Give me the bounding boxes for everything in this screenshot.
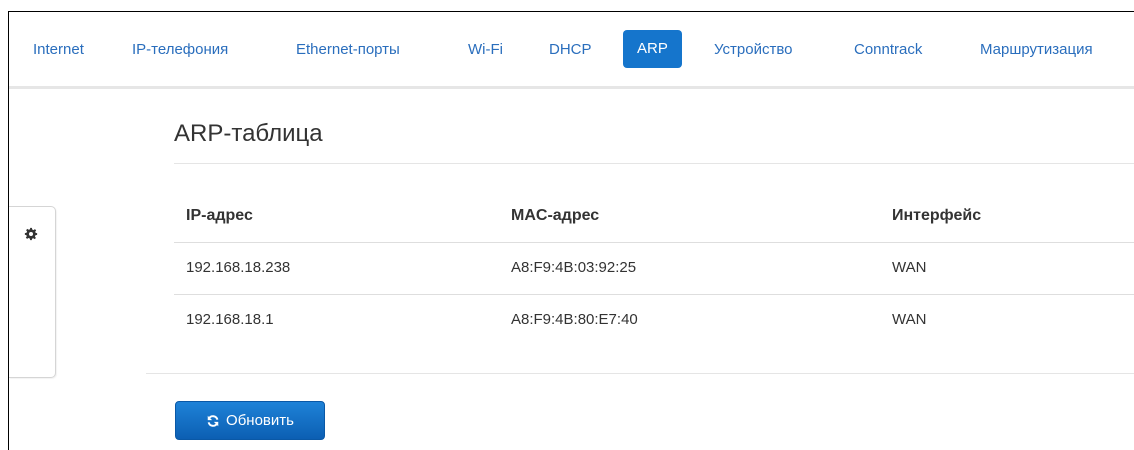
table-cell-mac: A8:F9:4B:80:E7:40	[511, 311, 638, 328]
gear-icon[interactable]	[24, 227, 38, 241]
table-cell-ip: 192.168.18.1	[186, 311, 274, 328]
column-header-ip: IP-адрес	[186, 207, 253, 224]
table-cell-interface: WAN	[892, 259, 927, 276]
table-cell-mac: A8:F9:4B:03:92:25	[511, 259, 637, 276]
tab-arp[interactable]: ARP	[623, 30, 682, 68]
tab-ip-telephony[interactable]: IP-телефония	[132, 31, 228, 68]
nav-divider	[9, 86, 1134, 89]
page-title: ARP-таблица	[174, 120, 323, 147]
row-divider	[174, 294, 1134, 295]
refresh-icon	[207, 414, 219, 427]
tab-wifi[interactable]: Wi-Fi	[468, 31, 503, 68]
footer-divider	[146, 373, 1134, 374]
tab-dhcp[interactable]: DHCP	[549, 31, 592, 68]
column-header-mac: MAC-адрес	[511, 207, 600, 224]
settings-side-tab[interactable]	[9, 206, 56, 378]
tab-conntrack[interactable]: Conntrack	[854, 31, 922, 68]
tab-device[interactable]: Устройство	[714, 31, 792, 68]
column-header-interface: Интерфейс	[892, 207, 982, 224]
title-divider	[174, 163, 1134, 164]
refresh-button-label: Обновить	[226, 412, 294, 429]
refresh-button[interactable]: Обновить	[175, 401, 325, 440]
tab-internet[interactable]: Internet	[33, 31, 84, 68]
top-nav: Internet IP-телефония Ethernet-порты Wi-…	[9, 30, 1134, 68]
header-divider	[174, 242, 1134, 243]
table-cell-ip: 192.168.18.238	[186, 259, 291, 276]
tab-ethernet-ports[interactable]: Ethernet-порты	[296, 31, 400, 68]
tab-routing[interactable]: Маршрутизация	[980, 31, 1093, 68]
table-cell-interface: WAN	[892, 311, 927, 328]
window-frame-top	[8, 11, 1134, 12]
